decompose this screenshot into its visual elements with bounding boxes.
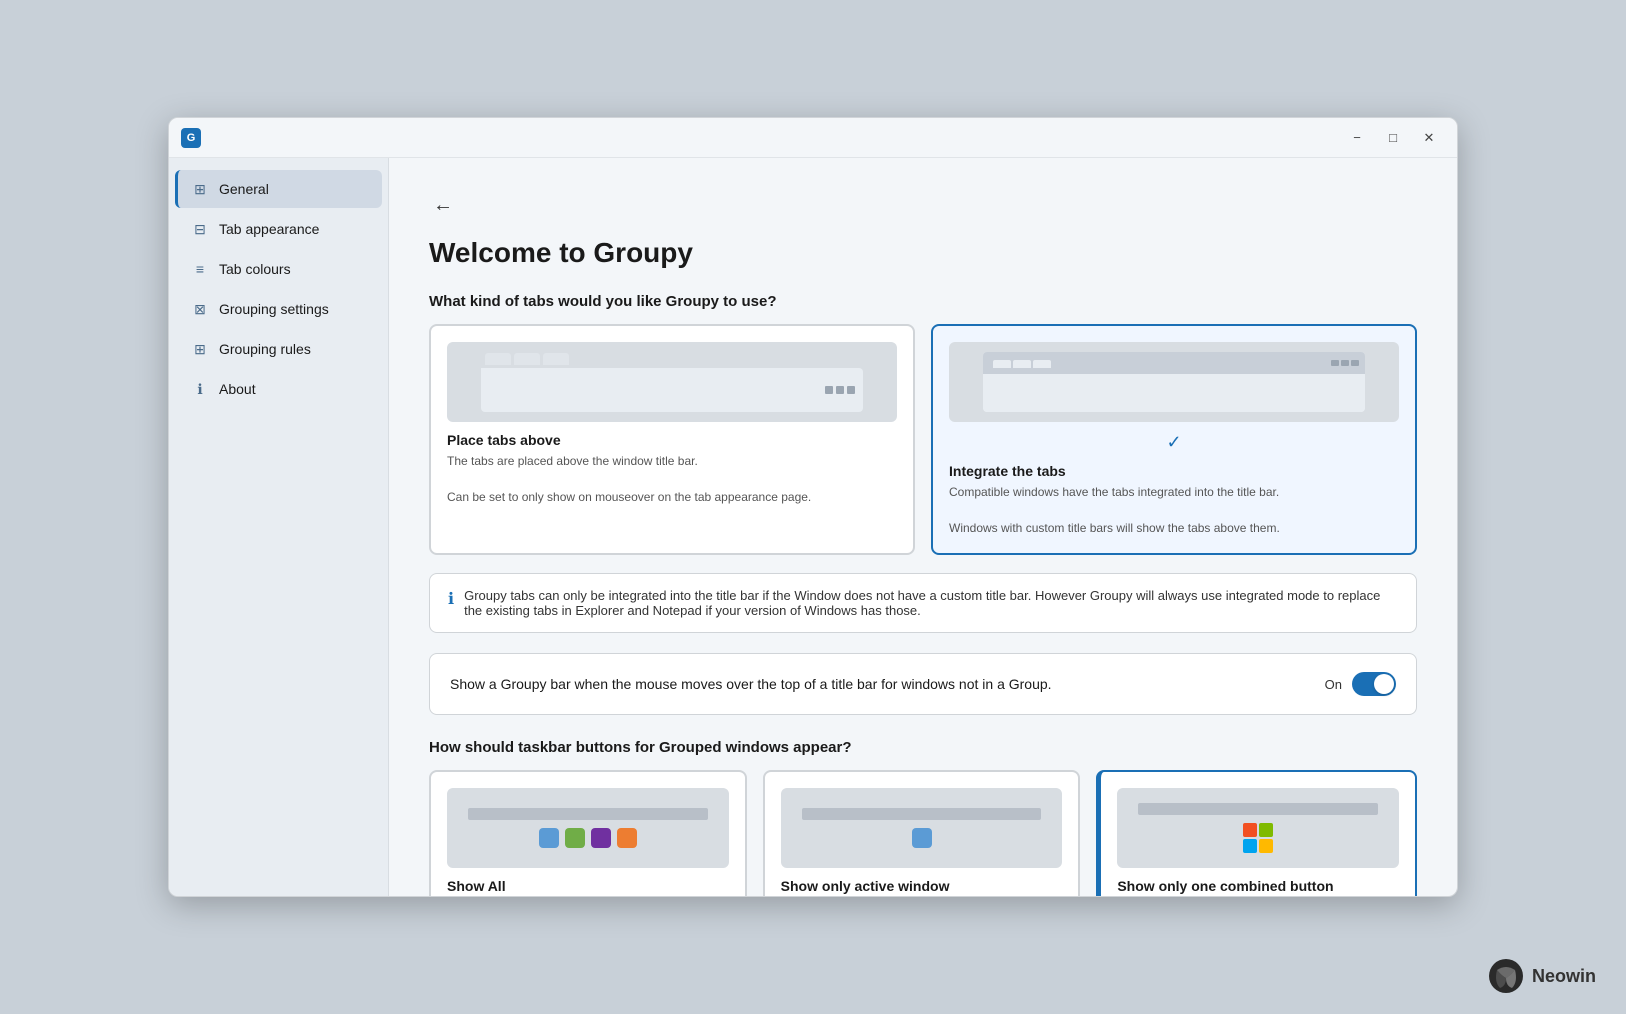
main-window: G − □ ✕ ⊞ General ⊟ Tab appearance ≡ Tab… [168,117,1458,897]
sidebar-item-general[interactable]: ⊞ General [175,170,382,208]
page-title: Welcome to Groupy [429,237,1417,269]
place-above-desc: The tabs are placed above the window tit… [447,452,897,506]
toggle-switch[interactable] [1352,672,1396,696]
preview-integrated-tabs [989,358,1055,368]
tab-info-box: ℹ Groupy tabs can only be integrated int… [429,573,1417,633]
taskbar-active-only-preview [781,788,1063,868]
back-icon: ← [433,194,453,217]
integrate-content: Integrate the tabs Compatible windows ha… [949,463,1399,537]
toggle-knob [1374,674,1394,694]
app-icon: G [181,128,201,148]
taskbar-active-only-option[interactable]: Show only active window Only show a task… [763,770,1081,896]
toggle-row: Show a Groupy bar when the mouse moves o… [429,653,1417,715]
sidebar-item-tab-colours[interactable]: ≡ Tab colours [175,250,382,288]
preview-title-btns [1331,360,1359,366]
body: ⊞ General ⊟ Tab appearance ≡ Tab colours… [169,158,1457,896]
taskbar-combined-title: Show only one combined button [1117,878,1399,894]
integrate-tabs-option[interactable]: ✓ Integrate the tabs Compatible windows … [931,324,1417,555]
taskbar-question: How should taskbar buttons for Grouped w… [429,739,1417,756]
taskbar-combined-preview [1117,788,1399,868]
neowin-label: Neowin [1532,966,1596,987]
integrate-title: Integrate the tabs [949,463,1399,479]
toggle-label: Show a Groupy bar when the mouse moves o… [450,676,1052,692]
sidebar-item-about[interactable]: ℹ About [175,370,382,408]
sidebar-item-grouping-settings[interactable]: ⊠ Grouping settings [175,290,382,328]
close-button[interactable]: ✕ [1413,126,1445,150]
minimize-button[interactable]: − [1341,126,1373,150]
place-above-preview [447,342,897,422]
tab-type-options: Place tabs above The tabs are placed abo… [429,324,1417,555]
toggle-state-label: On [1325,677,1342,692]
tab-colours-icon: ≡ [191,260,209,278]
sidebar-item-label: Grouping rules [219,341,311,357]
place-tabs-above-option[interactable]: Place tabs above The tabs are placed abo… [429,324,915,555]
taskbar-active-icons [912,828,932,848]
sidebar-item-label: Tab colours [219,261,291,277]
neowin-badge: Neowin [1488,958,1596,994]
taskbar-show-all-title: Show All [447,878,729,894]
main-content: ← Welcome to Groupy What kind of tabs wo… [389,158,1457,896]
sidebar-item-tab-appearance[interactable]: ⊟ Tab appearance [175,210,382,248]
place-above-content: Place tabs above The tabs are placed abo… [447,432,897,506]
place-above-title: Place tabs above [447,432,897,448]
info-icon: ℹ [448,589,454,609]
taskbar-show-all-option[interactable]: Show All Show individual taskbar buttons… [429,770,747,896]
integrate-preview [949,342,1399,422]
sidebar-item-label: About [219,381,256,397]
titlebar: G − □ ✕ [169,118,1457,158]
taskbar-options: Show All Show individual taskbar buttons… [429,770,1417,896]
neowin-logo [1488,958,1524,994]
info-text: Groupy tabs can only be integrated into … [464,588,1398,618]
tab-type-question: What kind of tabs would you like Groupy … [429,293,1417,310]
sidebar: ⊞ General ⊟ Tab appearance ≡ Tab colours… [169,158,389,896]
taskbar-combined-option[interactable]: ✓ Show only one combined button Show onl… [1096,770,1417,896]
tab-appearance-icon: ⊟ [191,220,209,238]
maximize-button[interactable]: □ [1377,126,1409,150]
about-icon: ℹ [191,380,209,398]
sidebar-item-label: Grouping settings [219,301,329,317]
taskbar-active-title: Show only active window [781,878,1063,894]
grouping-settings-icon: ⊠ [191,300,209,318]
sidebar-item-label: Tab appearance [219,221,319,237]
grouping-rules-icon: ⊞ [191,340,209,358]
titlebar-controls: − □ ✕ [1341,126,1445,150]
general-icon: ⊞ [191,180,209,198]
taskbar-combined-icons [1243,823,1273,853]
preview-titlebar [983,352,1366,374]
taskbar-show-all-preview [447,788,729,868]
toggle-right: On [1325,672,1396,696]
sidebar-item-grouping-rules[interactable]: ⊞ Grouping rules [175,330,382,368]
integrate-desc: Compatible windows have the tabs integra… [949,483,1399,537]
back-button[interactable]: ← [429,190,457,221]
sidebar-item-label: General [219,181,269,197]
taskbar-show-all-icons [539,828,637,848]
integrate-check: ✓ [949,432,1399,453]
